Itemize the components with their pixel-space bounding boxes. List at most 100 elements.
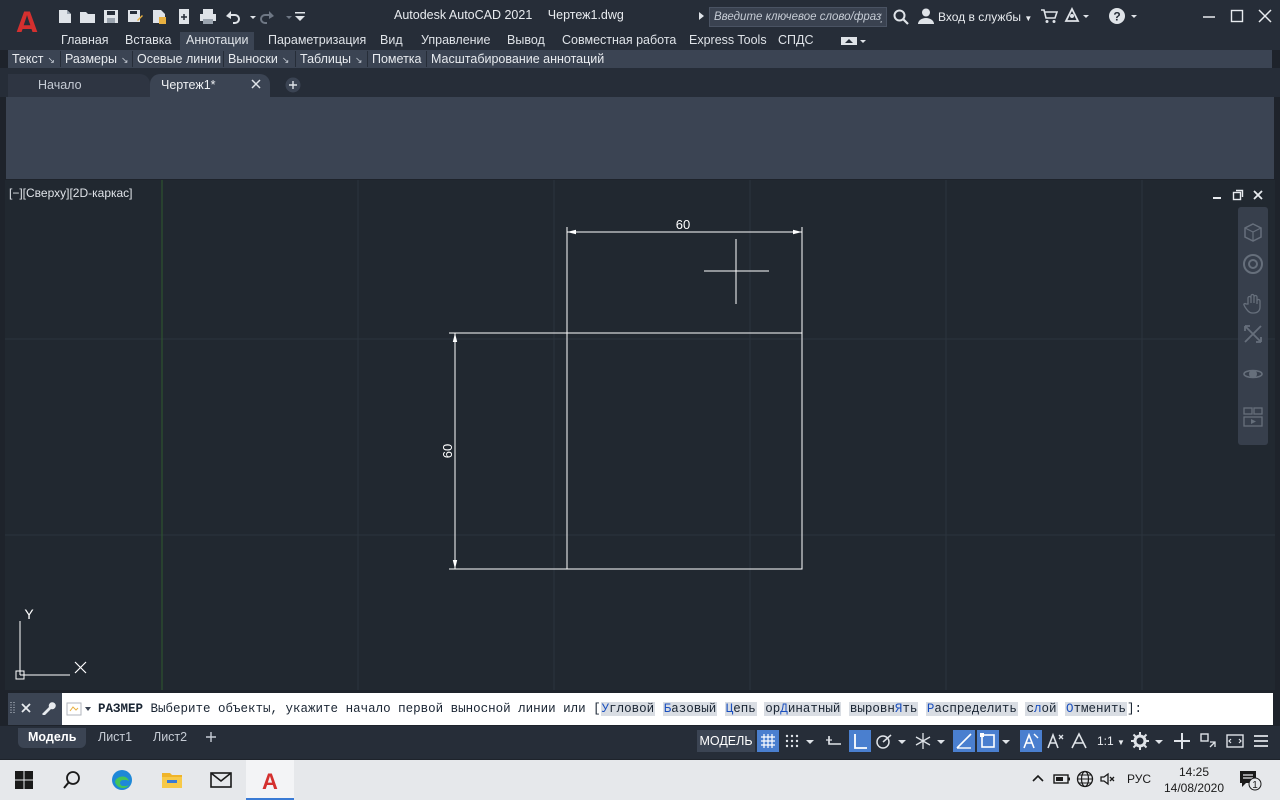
windows-start-icon[interactable] [0, 760, 48, 800]
isodraft-icon[interactable] [912, 730, 934, 752]
tab-express-tools[interactable]: Express Tools [683, 32, 773, 50]
network-globe-icon[interactable] [1076, 770, 1094, 788]
polar-tracking-icon[interactable] [873, 730, 895, 752]
steering-wheel-icon[interactable] [1241, 221, 1265, 245]
signin-button[interactable]: Вход в службы ▼ [938, 10, 1032, 24]
tab-collaborate[interactable]: Совместная работа [556, 32, 682, 50]
cart-icon[interactable] [1040, 7, 1059, 25]
grip-icon[interactable] [10, 701, 16, 715]
search-icon[interactable] [892, 8, 910, 26]
edge-browser-icon[interactable] [98, 760, 146, 800]
panel-annotation-scaling[interactable]: Масштабирование аннотаций [427, 50, 604, 68]
option-baseline[interactable]: Базовый [662, 702, 718, 716]
object-snap-icon[interactable] [977, 730, 999, 752]
option-continue[interactable]: Цепь [724, 702, 757, 716]
viewport-restore-icon[interactable] [1232, 189, 1244, 201]
annotation-monitor-icon[interactable] [1171, 730, 1193, 752]
vertical-dimension[interactable]: 60 [440, 332, 567, 570]
help-icon[interactable]: ? [1108, 7, 1138, 25]
orbit-icon[interactable] [1241, 362, 1265, 386]
mail-icon[interactable] [197, 760, 245, 800]
workspace-gear-icon[interactable] [1129, 730, 1151, 752]
annotation-visibility-icon[interactable] [1020, 730, 1042, 752]
autodesk-app-icon[interactable] [1064, 6, 1090, 25]
osnap-dropdown-icon[interactable] [999, 730, 1013, 752]
undo-icon[interactable] [223, 8, 241, 25]
print-icon[interactable] [199, 8, 217, 25]
tab-insert[interactable]: Вставка [119, 32, 177, 50]
panel-dimensions[interactable]: Размеры ↘ [61, 50, 129, 68]
panel-centerlines[interactable]: Осевые линии [133, 50, 221, 68]
annotation-scale-label[interactable]: 1:1 ▼ [1097, 734, 1125, 748]
close-tab-icon[interactable] [250, 78, 262, 90]
panel-launcher-icon[interactable]: ↘ [47, 55, 55, 65]
snap-icon[interactable] [781, 730, 803, 752]
polar-dropdown-icon[interactable] [895, 730, 909, 752]
save-icon[interactable] [102, 8, 120, 25]
volume-muted-icon[interactable] [1099, 770, 1117, 788]
grid-icon[interactable] [757, 730, 779, 752]
file-tab-start[interactable]: Начало [8, 74, 150, 97]
taskbar-search-icon[interactable] [48, 760, 96, 800]
show-motion-icon[interactable] [1241, 405, 1265, 429]
option-layer[interactable]: слой [1025, 702, 1058, 716]
publish-icon[interactable] [150, 8, 168, 25]
option-align[interactable]: выровнЯть [848, 702, 919, 716]
file-explorer-icon[interactable] [148, 760, 196, 800]
close-icon[interactable] [1254, 6, 1276, 26]
recent-commands-icon[interactable] [66, 702, 94, 716]
customize-status-bar-icon[interactable] [1250, 730, 1272, 752]
option-distribute[interactable]: Распределить [925, 702, 1018, 716]
plot-icon[interactable] [175, 8, 193, 25]
tab-parametric[interactable]: Параметризация [262, 32, 372, 50]
user-icon[interactable] [917, 7, 935, 25]
snap-dropdown-icon[interactable] [803, 730, 817, 752]
drawing-canvas[interactable]: 60 60 Y [5, 180, 1275, 690]
tray-expand-icon[interactable] [1029, 770, 1047, 788]
zoom-extents-icon[interactable] [1241, 322, 1265, 346]
workspace-dropdown-icon[interactable] [1152, 730, 1166, 752]
tab-home[interactable]: Главная [55, 32, 115, 50]
tab-manage[interactable]: Управление [415, 32, 497, 50]
horizontal-dimension[interactable]: 60 [566, 217, 803, 333]
new-tab-icon[interactable] [285, 77, 301, 93]
infer-constraints-icon[interactable] [823, 730, 845, 752]
ortho-icon[interactable] [849, 730, 871, 752]
annotation-scale-icon[interactable] [1068, 730, 1090, 752]
pan-icon[interactable] [1241, 292, 1265, 316]
full-navigation-wheel-icon[interactable] [1241, 252, 1265, 276]
maximize-icon[interactable] [1226, 6, 1248, 26]
model-space-button[interactable]: МОДЕЛЬ [697, 730, 755, 752]
option-undo[interactable]: Отменить [1065, 702, 1128, 716]
isodraft-dropdown-icon[interactable] [934, 730, 948, 752]
system-clock[interactable]: 14:25 14/08/2020 [1162, 764, 1226, 796]
tab-view[interactable]: Вид [374, 32, 409, 50]
minimize-icon[interactable] [1198, 6, 1220, 26]
panel-leaders[interactable]: Выноски ↘ [224, 50, 289, 68]
square-object[interactable] [566, 332, 803, 570]
notifications-icon[interactable]: 1 [1238, 769, 1262, 791]
clean-screen-icon[interactable] [1224, 730, 1246, 752]
panel-launcher-icon[interactable]: ↘ [355, 55, 363, 65]
undo-dropdown-icon[interactable] [244, 8, 256, 25]
ribbon-minimize-icon[interactable] [838, 35, 868, 47]
auto-scale-icon[interactable] [1044, 730, 1066, 752]
search-input[interactable] [709, 7, 887, 27]
customize-icon[interactable] [291, 8, 309, 25]
input-language[interactable]: РУС [1127, 772, 1151, 786]
viewport-close-icon[interactable] [1252, 189, 1264, 201]
option-angular[interactable]: Угловой [600, 702, 656, 716]
battery-icon[interactable] [1053, 770, 1071, 788]
panel-tables[interactable]: Таблицы ↘ [296, 50, 363, 68]
object-snap-tracking-icon[interactable] [953, 730, 975, 752]
panel-markup[interactable]: Пометка [368, 50, 422, 68]
units-icon[interactable] [1197, 730, 1219, 752]
search-expand-icon[interactable] [699, 12, 704, 20]
viewport-controls-label[interactable]: [−][Сверху][2D-каркас] [9, 186, 133, 200]
panel-launcher-icon[interactable]: ↘ [121, 55, 129, 65]
new-icon[interactable] [56, 8, 74, 25]
layout-tab-sheet2[interactable]: Лист2 [143, 728, 197, 748]
tab-spds[interactable]: СПДС [772, 32, 820, 50]
redo-icon[interactable] [259, 8, 277, 25]
panel-text[interactable]: Текст ↘ [8, 50, 55, 68]
